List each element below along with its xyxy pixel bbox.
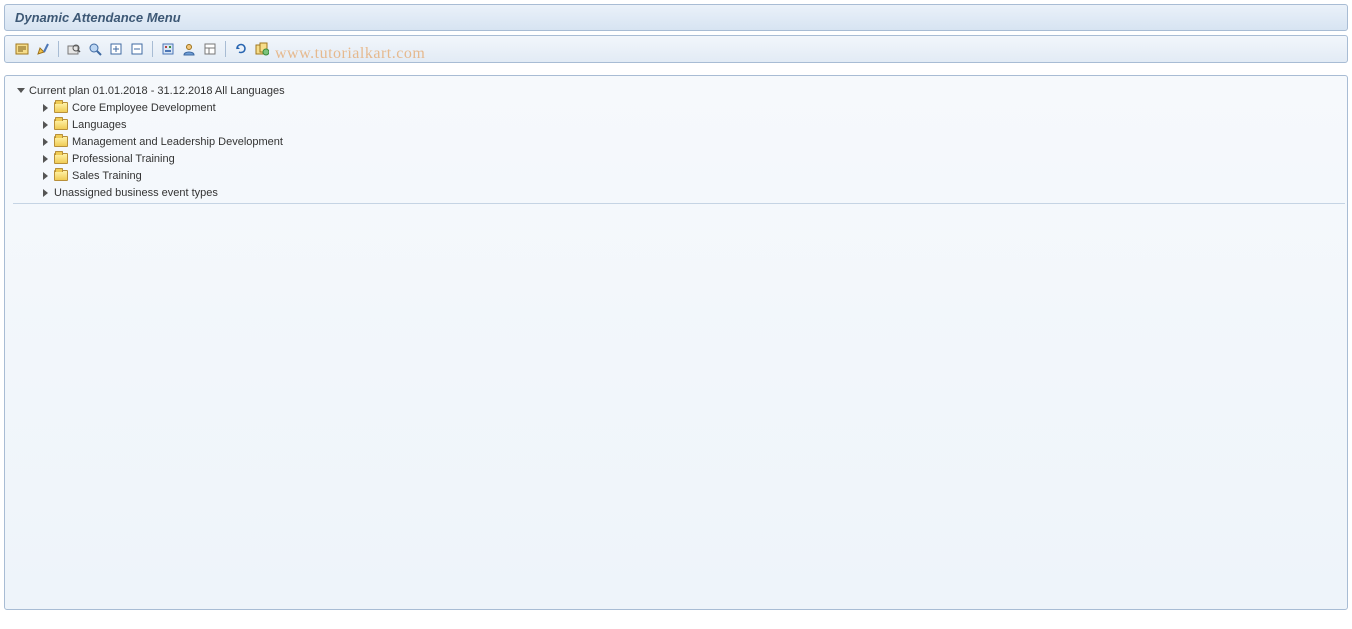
mass-book-icon[interactable]	[253, 40, 271, 58]
tree-node[interactable]: Languages	[13, 116, 1345, 133]
toolbar	[4, 35, 1348, 63]
pick-list-icon[interactable]	[13, 40, 31, 58]
folder-icon	[54, 102, 68, 113]
tree-node-label: Core Employee Development	[72, 102, 216, 114]
expand-icon[interactable]	[107, 40, 125, 58]
title-bar: Dynamic Attendance Menu	[4, 4, 1348, 31]
caret-right-icon	[43, 172, 48, 180]
tree-root-label: Current plan 01.01.2018 - 31.12.2018 All…	[29, 85, 285, 97]
tree-node[interactable]: Unassigned business event types	[13, 184, 1345, 201]
tree-node-label: Management and Leadership Development	[72, 136, 283, 148]
toolbar-separator	[152, 41, 153, 57]
tree-node[interactable]: Core Employee Development	[13, 99, 1345, 116]
toolbar-separator	[58, 41, 59, 57]
folder-icon	[54, 136, 68, 147]
tree-node[interactable]: Management and Leadership Development	[13, 133, 1345, 150]
tree-node[interactable]: Professional Training	[13, 150, 1345, 167]
tree-node-label: Languages	[72, 119, 126, 131]
tree-node-label: Sales Training	[72, 170, 142, 182]
toolbar-separator	[225, 41, 226, 57]
layout-icon[interactable]	[201, 40, 219, 58]
tree-node-label: Unassigned business event types	[54, 187, 218, 199]
caret-right-icon	[43, 138, 48, 146]
page-title: Dynamic Attendance Menu	[15, 10, 181, 25]
tree-node-label: Professional Training	[72, 153, 175, 165]
find-icon[interactable]	[65, 40, 83, 58]
find-again-icon[interactable]	[86, 40, 104, 58]
user-icon[interactable]	[180, 40, 198, 58]
detail-icon[interactable]	[159, 40, 177, 58]
collapse-icon[interactable]	[128, 40, 146, 58]
tree-node[interactable]: Sales Training	[13, 167, 1345, 184]
folder-icon	[54, 153, 68, 164]
caret-right-icon	[43, 155, 48, 163]
folder-icon	[54, 170, 68, 181]
tree-root-node[interactable]: Current plan 01.01.2018 - 31.12.2018 All…	[13, 82, 1345, 99]
tree-panel: Current plan 01.01.2018 - 31.12.2018 All…	[4, 75, 1348, 610]
caret-right-icon	[43, 121, 48, 129]
caret-right-icon	[43, 189, 48, 197]
folder-icon	[54, 119, 68, 130]
caret-right-icon	[43, 104, 48, 112]
refresh-icon[interactable]	[232, 40, 250, 58]
change-icon[interactable]	[34, 40, 52, 58]
caret-down-icon	[17, 88, 25, 93]
